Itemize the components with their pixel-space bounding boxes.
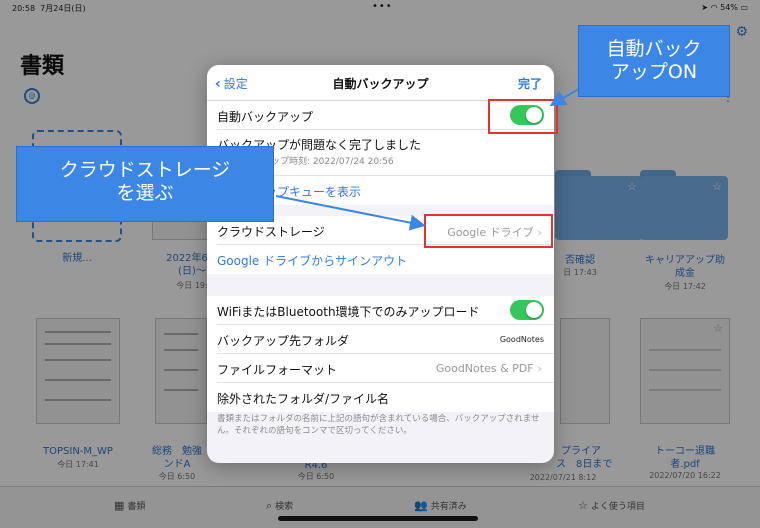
arrow-to-cloud-storage	[275, 195, 426, 231]
callout-auto-backup-on: 自動バック アップON	[578, 25, 730, 97]
callout-choose-cloud-storage: クラウドストレージ を選ぶ	[16, 146, 274, 222]
